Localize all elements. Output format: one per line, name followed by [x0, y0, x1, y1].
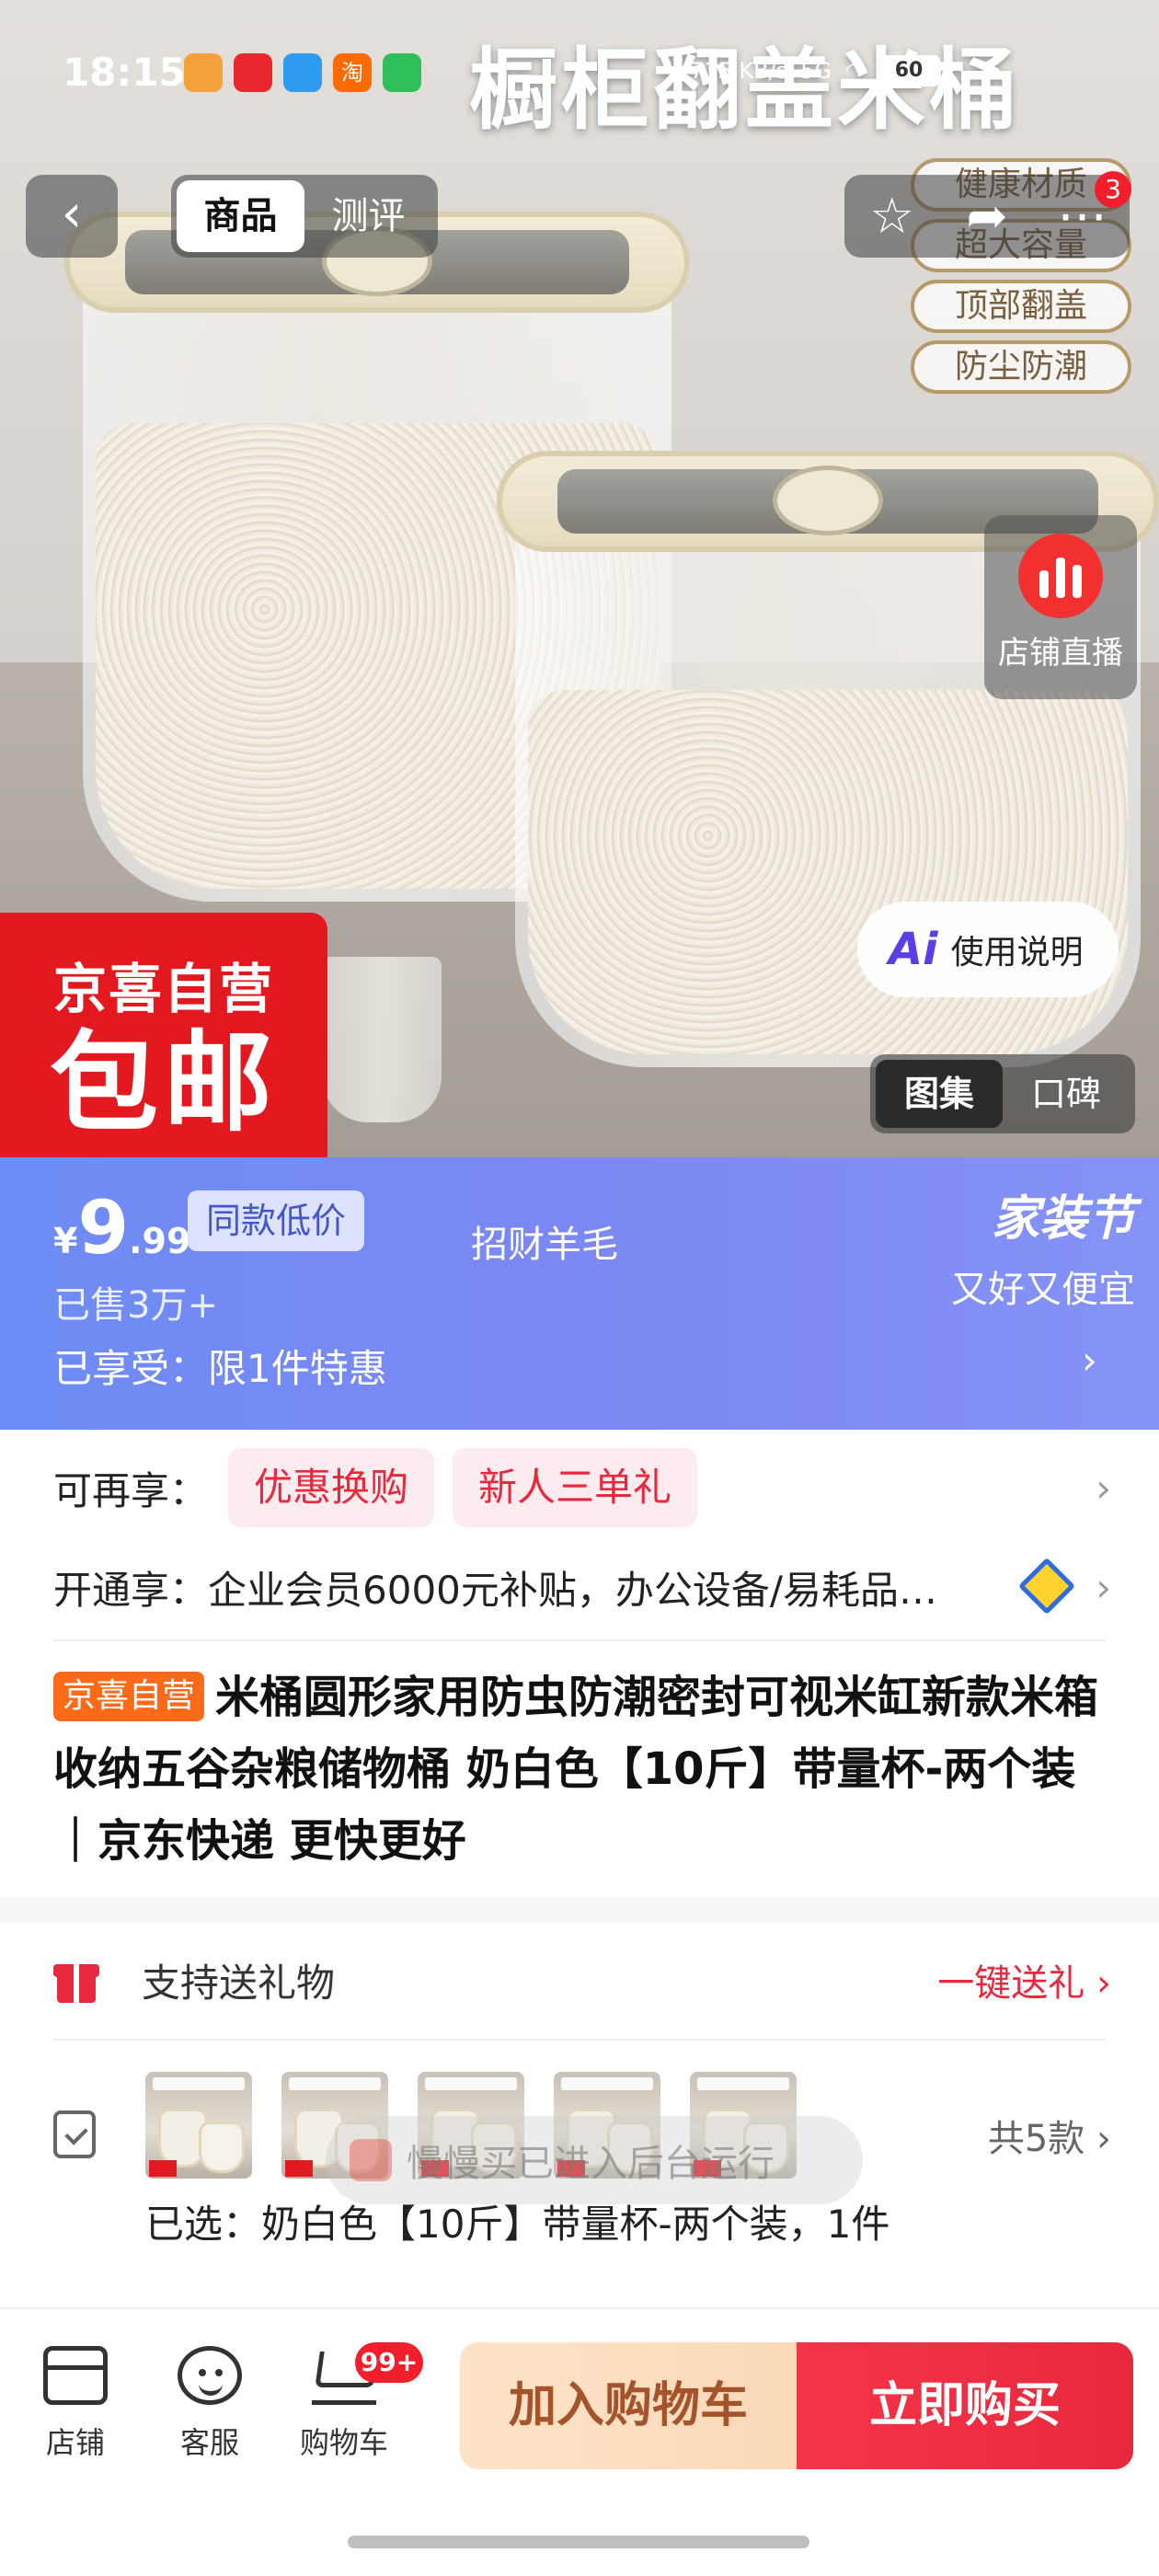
- star-icon[interactable]: ☆: [860, 184, 924, 248]
- customer-service-button[interactable]: 客服: [155, 2346, 265, 2462]
- product-title: 京喜自营 米桶圆形家用防虫防潮密封可视米缸新款米箱收纳五谷杂粮储物桶 奶白色【10…: [53, 1662, 1111, 1877]
- shop-button[interactable]: 店铺: [20, 2346, 131, 2462]
- app-icon-2: [234, 53, 272, 92]
- variant-count[interactable]: 共5款 ›: [988, 2109, 1111, 2162]
- divider: [53, 1639, 1106, 1641]
- customer-service-label: 客服: [179, 2425, 239, 2460]
- price-decimal: .99: [129, 1221, 191, 1261]
- toast-text: 慢慢买已进入后台运行: [407, 2143, 775, 2185]
- network-speed: 715 KB/s: [690, 58, 788, 84]
- price-currency: ¥: [53, 1221, 78, 1261]
- membership-text: 开通享：企业会员6000元补贴，办公设备/易耗品…: [53, 1567, 938, 1613]
- variant-thumbnail[interactable]: [145, 2072, 252, 2179]
- live-icon: [1018, 534, 1103, 618]
- diamond-icon: [1017, 1557, 1076, 1616]
- product-title-text: 米桶圆形家用防虫防潮密封可视米缸新款米箱收纳五谷杂粮储物桶 奶白色【10斤】带量…: [53, 1672, 1099, 1867]
- chevron-right-icon: ›: [1096, 1465, 1111, 1511]
- top-actions: ☆ ➦ ⋯: [844, 175, 1130, 258]
- add-to-cart-button[interactable]: 加入购物车: [460, 2342, 797, 2469]
- status-app-icons: 淘: [184, 53, 421, 92]
- benefit-tag-exchange[interactable]: 优惠换购: [228, 1448, 435, 1527]
- feature-tag: 防尘防潮: [911, 340, 1131, 394]
- gallery-toggle: 图集 口碑: [870, 1054, 1135, 1133]
- lowest-price-badge: 同款低价: [188, 1190, 365, 1251]
- promo-badge-top: 京喜自营: [52, 958, 274, 1020]
- send-gift-button[interactable]: 一键送礼 ›: [937, 1953, 1111, 2007]
- promo-badge-main: 包邮: [49, 1019, 278, 1146]
- shop-label: 店铺: [45, 2425, 105, 2460]
- section-gap: [0, 1897, 1159, 1923]
- price-integer: 9: [77, 1185, 130, 1271]
- shop-icon: [43, 2346, 108, 2405]
- store-live-button[interactable]: 店铺直播: [984, 515, 1137, 699]
- gift-label: 支持送礼物: [142, 1960, 336, 2006]
- benefits-section: 可再享： 优惠换购 新人三单礼 › 开通享：企业会员6000元补贴，办公设备/易…: [0, 1430, 1159, 1650]
- festival-subtitle: 又好又便宜: [951, 1269, 1135, 1311]
- cart-label: 购物车: [299, 2425, 388, 2460]
- price: ¥ 9 .99: [53, 1185, 190, 1271]
- measuring-cup: [322, 957, 442, 1122]
- divider: [53, 2039, 1106, 2041]
- phone-app-icon: [383, 53, 421, 92]
- benefit-tag-newuser[interactable]: 新人三单礼: [453, 1448, 698, 1527]
- extra-benefits-row[interactable]: 可再享： 优惠换购 新人三单礼 ›: [53, 1446, 1111, 1529]
- membership-row[interactable]: 开通享：企业会员6000元补贴，办公设备/易耗品… ›: [53, 1546, 1111, 1628]
- message-badge: 3: [1095, 171, 1131, 208]
- chevron-right-icon: ›: [1096, 1564, 1111, 1610]
- extra-benefits-label: 可再享：: [53, 1467, 209, 1513]
- wifi-icon: ◠: [844, 58, 865, 84]
- buy-now-button[interactable]: 立即购买: [797, 2342, 1133, 2469]
- promo-badge: 京喜自营 包邮: [0, 913, 327, 1157]
- background-toast: 慢慢买已进入后台运行: [326, 2116, 863, 2204]
- chevron-left-icon: ‹: [61, 184, 83, 244]
- status-bar: 18:15 淘 715 KB/s 5G ◠ 60: [0, 0, 1159, 95]
- status-indicators: 715 KB/s 5G ◠ 60: [690, 55, 942, 86]
- festival-title: 家装节: [991, 1191, 1135, 1247]
- festival-banner[interactable]: 家装节 又好又便宜: [905, 1179, 1135, 1313]
- ai-instructions-button[interactable]: Ai 使用说明: [857, 902, 1119, 997]
- store-live-label: 店铺直播: [998, 635, 1123, 672]
- status-time: 18:15: [63, 50, 186, 95]
- price-banner[interactable]: ¥ 9 .99 同款低价 招财羊毛 已售3万+ 已享受：限1件特惠 › 家装节 …: [0, 1157, 1159, 1430]
- cart-badge: 99+: [355, 2342, 423, 2383]
- battery-icon: 60: [877, 55, 942, 86]
- tab-review[interactable]: 测评: [304, 180, 432, 252]
- tab-product[interactable]: 商品: [177, 180, 304, 252]
- taobao-icon: 淘: [333, 53, 372, 92]
- self-operated-badge: 京喜自营: [53, 1672, 205, 1721]
- gift-row[interactable]: 支持送礼物 一键送礼 ›: [53, 1941, 1111, 2018]
- home-indicator[interactable]: [348, 2536, 809, 2548]
- ai-icon: Ai: [889, 924, 938, 975]
- chevron-right-icon[interactable]: ›: [1082, 1338, 1097, 1383]
- sold-count: 已售3万+: [53, 1284, 218, 1327]
- network-type: 5G: [800, 58, 832, 84]
- tab-gallery[interactable]: 图集: [876, 1060, 1003, 1128]
- applied-promo: 已享受：限1件特惠: [53, 1346, 387, 1391]
- ai-instructions-label: 使用说明: [950, 934, 1084, 972]
- gift-icon: [53, 1957, 99, 2003]
- app-icon-3: [283, 53, 322, 92]
- promo-center-tag: 招财羊毛: [471, 1224, 618, 1266]
- feature-tag: 顶部翻盖: [911, 280, 1131, 333]
- customer-service-icon: [178, 2346, 242, 2405]
- selection-icon: [53, 2110, 96, 2158]
- tab-reputation[interactable]: 口碑: [1003, 1060, 1130, 1128]
- page-tabs: 商品 测评: [171, 175, 438, 258]
- share-icon[interactable]: ➦: [955, 184, 1019, 248]
- app-toast-icon: [350, 2139, 392, 2181]
- app-icon-1: [184, 53, 223, 92]
- back-button[interactable]: ‹: [26, 175, 118, 258]
